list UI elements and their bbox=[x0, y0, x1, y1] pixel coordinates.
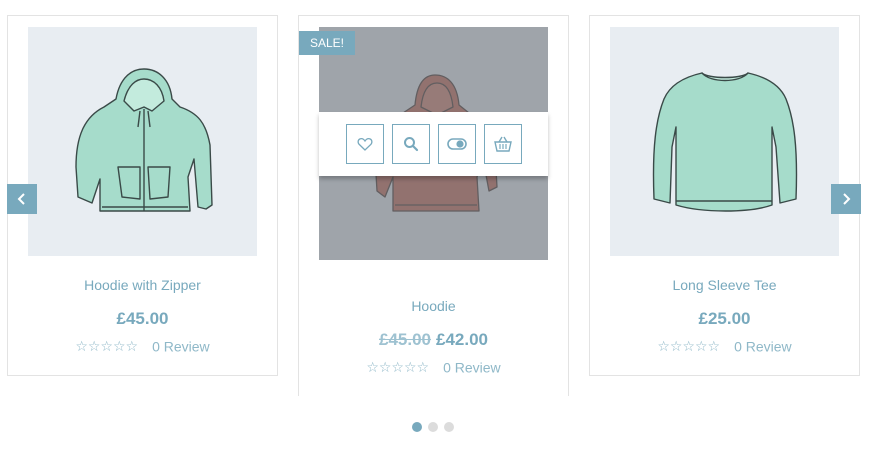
pagination-dot[interactable] bbox=[412, 422, 422, 432]
zip-hoodie-image bbox=[75, 68, 213, 212]
long-sleeve-tee-image bbox=[652, 72, 798, 212]
star-rating-icon: ☆☆☆☆☆ bbox=[366, 358, 430, 375]
chevron-right-icon bbox=[843, 193, 851, 205]
product-price: £42.00 bbox=[436, 330, 488, 349]
product-price: £25.00 bbox=[698, 309, 751, 328]
sale-badge: SALE! bbox=[299, 31, 356, 55]
product-price: £45.00 bbox=[116, 309, 169, 328]
product-actions bbox=[319, 112, 548, 176]
product-image[interactable] bbox=[610, 27, 839, 256]
wishlist-button[interactable] bbox=[345, 124, 384, 164]
product-price-row: £45.00 £42.00 bbox=[299, 330, 568, 350]
rating-row: ☆☆☆☆☆ 0 Review bbox=[590, 337, 859, 355]
heart-icon bbox=[357, 138, 372, 151]
pagination-dot[interactable] bbox=[444, 422, 454, 432]
review-count[interactable]: 0 Review bbox=[443, 359, 501, 375]
compare-icon bbox=[446, 138, 467, 150]
product-card[interactable]: Long Sleeve Tee £25.00 ☆☆☆☆☆ 0 Review bbox=[589, 15, 860, 376]
review-count[interactable]: 0 Review bbox=[734, 338, 792, 354]
basket-icon bbox=[493, 136, 512, 152]
review-count[interactable]: 0 Review bbox=[152, 338, 210, 354]
carousel-pagination bbox=[412, 422, 454, 432]
product-image[interactable] bbox=[28, 27, 257, 256]
rating-row: ☆☆☆☆☆ 0 Review bbox=[8, 337, 277, 355]
product-name[interactable]: Long Sleeve Tee bbox=[590, 277, 859, 293]
product-card[interactable]: SALE! Hoodie £45.00 £42.00 ☆☆☆☆☆ 0 Revie… bbox=[298, 15, 569, 396]
quick-view-button[interactable] bbox=[391, 124, 430, 164]
rating-row: ☆☆☆☆☆ 0 Review bbox=[299, 358, 568, 376]
carousel-prev-button[interactable] bbox=[7, 184, 37, 214]
product-card[interactable]: Hoodie with Zipper £45.00 ☆☆☆☆☆ 0 Review bbox=[7, 15, 278, 376]
carousel-next-button[interactable] bbox=[831, 184, 861, 214]
search-icon bbox=[403, 137, 418, 152]
star-rating-icon: ☆☆☆☆☆ bbox=[657, 337, 721, 354]
chevron-left-icon bbox=[17, 193, 25, 205]
pagination-dot[interactable] bbox=[428, 422, 438, 432]
product-name[interactable]: Hoodie bbox=[299, 298, 568, 314]
add-to-cart-button[interactable] bbox=[483, 124, 522, 164]
compare-button[interactable] bbox=[437, 124, 476, 164]
star-rating-icon: ☆☆☆☆☆ bbox=[75, 337, 139, 354]
old-price: £45.00 bbox=[379, 330, 431, 349]
product-name[interactable]: Hoodie with Zipper bbox=[8, 277, 277, 293]
